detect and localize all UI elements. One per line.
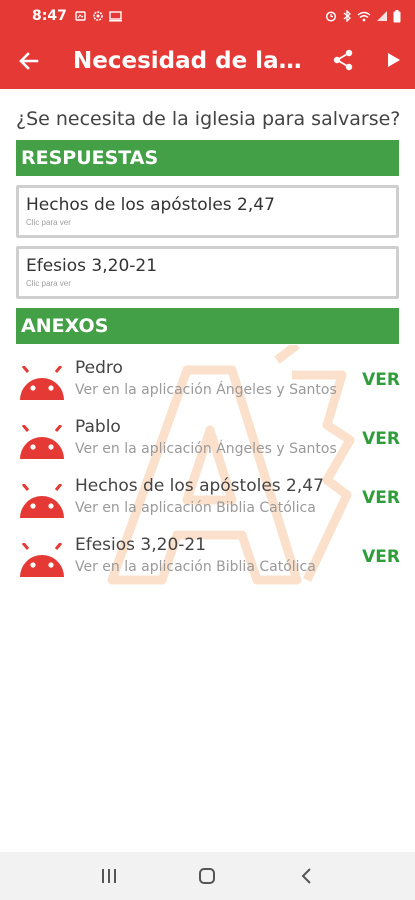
status-right-icons [325, 9, 401, 23]
ver-button[interactable]: VER [362, 429, 400, 449]
share-button[interactable] [327, 44, 359, 76]
answer-hint: Clic para ver [26, 218, 71, 227]
battery-icon [393, 9, 401, 22]
annex-subtitle: Ver en la aplicación Biblia Católica [75, 500, 316, 516]
status-time: 8:47 [32, 8, 67, 24]
annex-subtitle: Ver en la aplicación Biblia Católica [75, 559, 316, 575]
annex-title: Efesios 3,20-21 [75, 535, 207, 555]
ver-button[interactable]: VER [362, 370, 400, 390]
bluetooth-icon [343, 10, 351, 22]
back-nav-button[interactable] [286, 856, 326, 896]
ver-button[interactable]: VER [362, 547, 400, 567]
app-bar: Necesidad de la i... [0, 32, 415, 89]
recents-icon [102, 869, 117, 883]
ver-button[interactable]: VER [362, 488, 400, 508]
annex-subtitle: Ver en la aplicación Ángeles y Santos [75, 382, 337, 398]
answer-title: Hechos de los apóstoles 2,47 [26, 195, 275, 215]
annex-item[interactable]: Pedro Ver en la aplicación Ángeles y San… [16, 358, 406, 410]
android-icon [20, 543, 64, 577]
wifi-icon [357, 11, 371, 22]
annex-title: Pedro [75, 358, 123, 378]
annex-item[interactable]: Pablo Ver en la aplicación Ángeles y San… [16, 417, 406, 469]
home-button[interactable] [187, 856, 227, 896]
anexos-header: ANEXOS [16, 308, 399, 344]
answer-hint: Clic para ver [26, 279, 71, 288]
share-icon [333, 49, 353, 71]
status-bar: 8:47 [0, 0, 415, 32]
play-icon [388, 53, 400, 67]
back-button[interactable] [0, 32, 58, 89]
notification-icon [75, 11, 86, 21]
play-button[interactable] [378, 44, 410, 76]
annex-item[interactable]: Efesios 3,20-21 Ver en la aplicación Bib… [16, 535, 406, 587]
system-nav-bar [0, 852, 415, 900]
answer-card[interactable]: Efesios 3,20-21 Clic para ver [16, 246, 399, 299]
home-icon [199, 868, 216, 884]
android-icon [20, 425, 64, 459]
screen-icon [108, 11, 122, 22]
respuestas-header: RESPUESTAS [16, 140, 399, 176]
recents-button[interactable] [89, 856, 129, 896]
annex-title: Hechos de los apóstoles 2,47 [75, 476, 324, 496]
annex-item[interactable]: Hechos de los apóstoles 2,47 Ver en la a… [16, 476, 406, 528]
back-icon [301, 868, 311, 884]
back-arrow-icon [19, 51, 39, 70]
android-icon [20, 484, 64, 518]
page-title: Necesidad de la i... [73, 47, 305, 74]
answer-card[interactable]: Hechos de los apóstoles 2,47 Clic para v… [16, 185, 399, 238]
answer-title: Efesios 3,20-21 [26, 256, 158, 276]
question-text: ¿Se necesita de la iglesia para salvarse… [16, 108, 401, 130]
alarm-icon [325, 11, 337, 22]
signal-icon [377, 11, 387, 21]
annex-title: Pablo [75, 417, 121, 437]
status-left-icons [75, 10, 122, 22]
annex-subtitle: Ver en la aplicación Ángeles y Santos [75, 441, 337, 457]
settings-icon [93, 11, 103, 21]
android-icon [20, 366, 64, 400]
